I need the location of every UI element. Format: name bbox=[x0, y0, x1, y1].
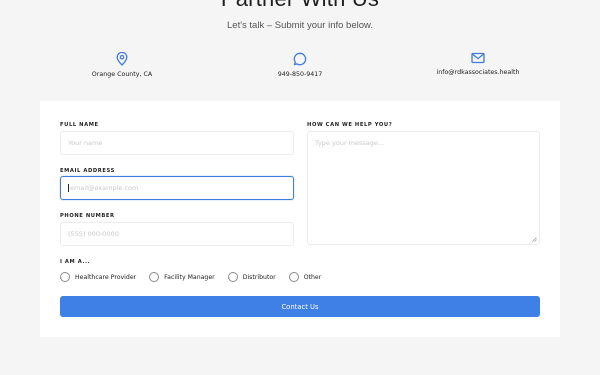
message-label: HOW CAN WE HELP YOU? bbox=[307, 122, 393, 128]
full-name-input[interactable]: Your name bbox=[60, 131, 294, 155]
contact-location: Orange County, CA bbox=[42, 52, 202, 78]
radio-label: Distributor bbox=[242, 273, 276, 281]
radio-button[interactable] bbox=[60, 272, 70, 282]
role-label: I AM A... bbox=[60, 259, 91, 265]
role-radio-group: Healthcare Provider Facility Manager Dis… bbox=[60, 272, 334, 282]
radio-label: Facility Manager bbox=[164, 273, 215, 281]
contact-location-text: Orange County, CA bbox=[91, 71, 153, 78]
email-label: EMAIL ADDRESS bbox=[60, 168, 115, 174]
page-subtitle: Let's talk – Submit your info below. bbox=[227, 20, 373, 31]
radio-button[interactable] bbox=[288, 272, 299, 282]
contact-email-text[interactable]: info@rdkassociates.health bbox=[398, 69, 558, 76]
radio-button[interactable] bbox=[227, 272, 238, 282]
contact-us-button[interactable]: Contact Us bbox=[60, 296, 540, 317]
radio-button[interactable] bbox=[149, 272, 160, 282]
phone-input[interactable]: (555) 000-0000 bbox=[60, 222, 294, 246]
message-placeholder: Type your message... bbox=[315, 139, 385, 147]
email-input[interactable]: email@example.com bbox=[60, 176, 294, 200]
phone-label: PHONE NUMBER bbox=[60, 213, 115, 219]
resize-handle-icon[interactable] bbox=[532, 237, 537, 242]
radio-label: Other bbox=[303, 273, 322, 281]
contact-phone-text[interactable]: 949-850-9417 bbox=[220, 71, 380, 78]
radio-option-facility-manager[interactable]: Facility Manager bbox=[149, 272, 215, 282]
full-name-placeholder: Your name bbox=[68, 139, 103, 147]
email-placeholder: email@example.com bbox=[70, 184, 139, 192]
text-caret bbox=[68, 184, 69, 192]
radio-label: Healthcare Provider bbox=[75, 273, 137, 281]
radio-option-healthcare-provider[interactable]: Healthcare Provider bbox=[60, 272, 136, 282]
full-name-label: FULL NAME bbox=[60, 122, 99, 128]
chat-bubble-icon bbox=[293, 52, 307, 66]
contact-phone: 949-850-9417 bbox=[220, 52, 380, 78]
radio-option-distributor[interactable]: Distributor bbox=[227, 272, 276, 282]
phone-placeholder: (555) 000-0000 bbox=[68, 230, 119, 238]
page-title: Partner With Us bbox=[0, 0, 600, 12]
contact-form-card: FULL NAME Your name EMAIL ADDRESS email@… bbox=[40, 101, 560, 337]
contact-email: info@rdkassociates.health bbox=[398, 52, 558, 76]
envelope-icon bbox=[471, 52, 485, 64]
location-pin-icon bbox=[116, 52, 128, 66]
radio-option-other[interactable]: Other bbox=[288, 272, 322, 282]
message-textarea[interactable]: Type your message... bbox=[307, 131, 540, 245]
